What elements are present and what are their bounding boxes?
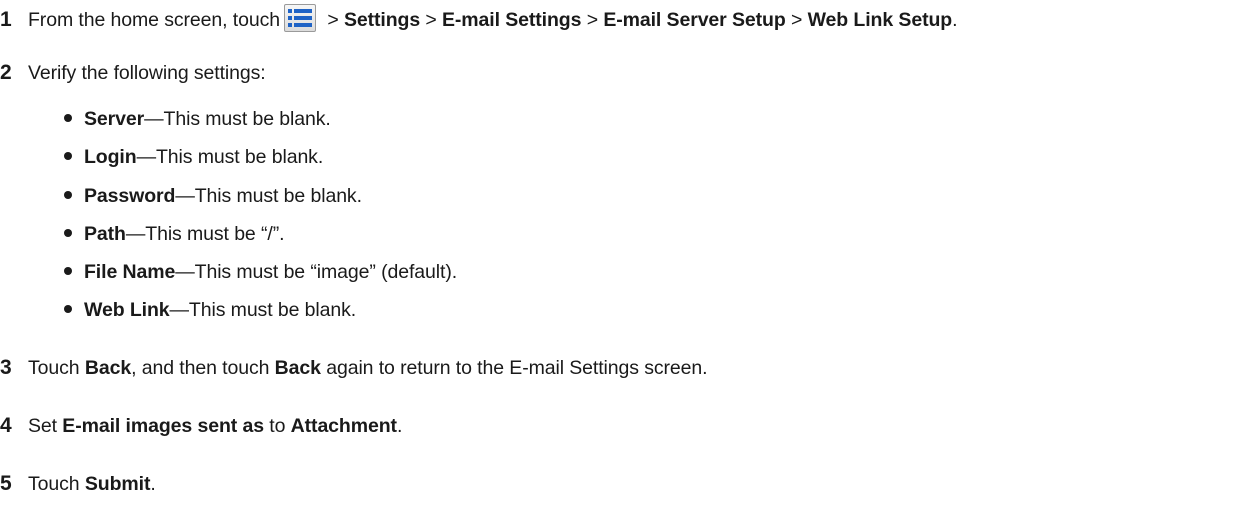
step-1: 1 From the home screen, touch > Settings …: [0, 4, 958, 32]
step-3: 3 Touch Back, and then touch Back again t…: [0, 356, 708, 380]
menu-path-email-settings: E-mail Settings: [442, 9, 582, 31]
step-number: 5: [0, 472, 12, 495]
step-text: .: [150, 473, 156, 495]
bullet-dot: [64, 304, 72, 313]
bullet-item-login: Login—This must be blank.: [64, 145, 323, 169]
step-2: 2 Verify the following settings:: [0, 61, 266, 85]
step-text: Set: [28, 415, 63, 437]
step-text: Touch: [28, 473, 85, 495]
step-4: 4 Set E-mail images sent as to Attachment…: [0, 414, 402, 438]
separator: >: [322, 9, 344, 31]
separator: >: [420, 9, 442, 31]
bullet-term: Web Link: [84, 299, 170, 321]
bullet-term: Path: [84, 223, 126, 245]
bullet-desc: —This must be blank.: [144, 108, 331, 130]
back-label: Back: [84, 357, 132, 379]
bullet-term: Server: [84, 108, 145, 130]
step-number: 2: [0, 61, 12, 84]
submit-label: Submit: [84, 473, 151, 495]
option-name: E-mail images sent as: [62, 415, 264, 437]
bullet-desc: —This must be blank.: [136, 146, 324, 168]
bullet-item-server: Server—This must be blank.: [64, 107, 331, 131]
step-number: 3: [0, 356, 12, 379]
bullet-desc: —This must be “/”.: [125, 223, 285, 245]
bullet-dot: [64, 190, 72, 199]
bullet-term: Password: [84, 185, 176, 207]
bullet-desc: —This must be blank.: [169, 299, 357, 321]
bullet-item-path: Path—This must be “/”.: [64, 222, 285, 246]
bullet-term: File Name: [84, 261, 176, 283]
step-text: , and then touch: [131, 357, 275, 379]
step-text: to: [263, 415, 291, 437]
separator: >: [581, 9, 604, 31]
bullet-desc: —This must be “image” (default).: [175, 261, 458, 283]
period: .: [952, 9, 958, 31]
bullet-item-web-link: Web Link—This must be blank.: [64, 298, 356, 322]
bullet-dot: [64, 113, 72, 122]
option-value: Attachment: [290, 415, 397, 437]
instruction-document: 1 From the home screen, touch > Settings …: [0, 0, 1236, 523]
bullet-desc: —This must be blank.: [175, 185, 362, 207]
step-text: From the home screen, touch: [28, 9, 280, 31]
step-number: 1: [0, 8, 12, 31]
step-number: 4: [0, 414, 12, 437]
bullet-term: Login: [84, 146, 137, 168]
bullet-dot: [64, 151, 72, 160]
step-text: .: [396, 415, 403, 437]
step-text: Touch: [28, 357, 85, 379]
back-label: Back: [274, 357, 321, 379]
step-5: 5 Touch Submit.: [0, 472, 156, 496]
menu-path-web-link-setup: Web Link Setup: [807, 9, 953, 31]
menu-path-settings: Settings: [343, 9, 421, 31]
separator: >: [785, 9, 808, 31]
step-text: Verify the following settings:: [28, 62, 266, 84]
bullet-item-file-name: File Name—This must be “image” (default)…: [64, 260, 457, 284]
bullet-dot: [64, 228, 72, 237]
menu-list-icon: [284, 4, 316, 32]
bullet-dot: [64, 266, 72, 275]
bullet-item-password: Password—This must be blank.: [64, 184, 362, 208]
step-text: again to return to the E-mail Settings s…: [320, 357, 708, 379]
menu-path-email-server-setup: E-mail Server Setup: [603, 9, 786, 31]
